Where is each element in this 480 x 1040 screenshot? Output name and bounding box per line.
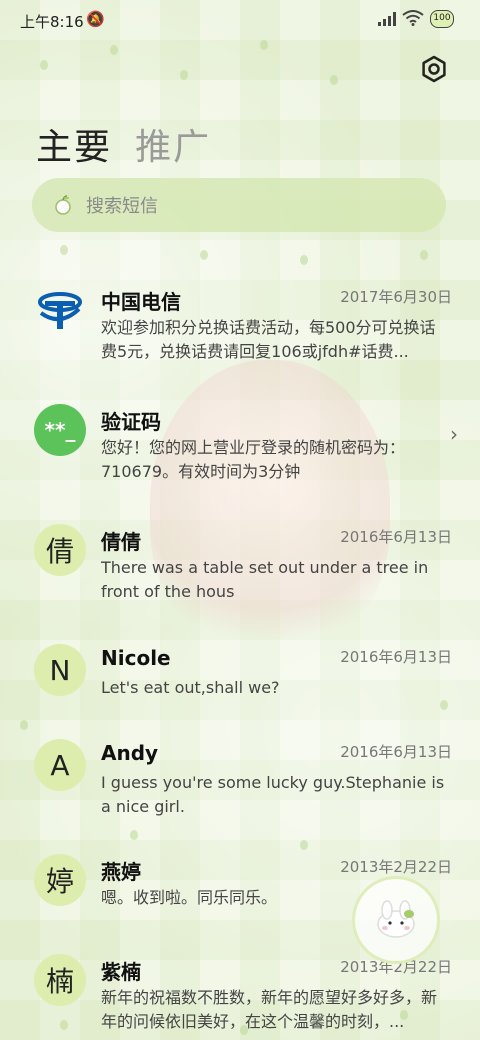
message-preview: 欢迎参加积分兑换话费活动，每500分可兑换话费5元，兑换话费请回复106或jfd… xyxy=(101,318,436,361)
compose-button[interactable] xyxy=(352,876,440,964)
contact-name: 燕婷 xyxy=(101,860,141,884)
avatar xyxy=(34,284,86,336)
contact-name: Andy xyxy=(101,741,159,765)
chevron-right-icon: › xyxy=(450,422,458,446)
contact-name: Nicole xyxy=(101,646,171,670)
message-date: 2016年6月13日 xyxy=(340,648,452,666)
search-bar[interactable]: 搜索短信 xyxy=(32,178,446,232)
contact-name: 中国电信 xyxy=(101,290,181,314)
status-bar: 上午8:16 🔕 100 xyxy=(0,0,480,40)
bunny-icon xyxy=(377,900,415,938)
settings-icon[interactable] xyxy=(420,55,448,83)
wifi-icon xyxy=(402,10,424,26)
tab-promotions[interactable]: 推广 xyxy=(135,118,211,170)
cellular-signal-icon xyxy=(378,12,396,26)
tab-primary[interactable]: 主要 xyxy=(36,118,112,170)
message-preview: 新年的祝福数不胜数，新年的愿望好多好多，新年的问候依旧美好，在这个温馨的时刻，.… xyxy=(101,988,438,1031)
list-item[interactable]: **_ 验证码 您好！您的网上营业厅登录的随机密码为：710679。有效时间为3… xyxy=(0,390,480,500)
message-preview: There was a table set out under a tree i… xyxy=(101,558,429,601)
list-item[interactable]: N Nicole 2016年6月13日 Let's eat out,shall … xyxy=(0,630,480,740)
message-date: 2016年6月13日 xyxy=(340,528,452,546)
contact-name: 倩倩 xyxy=(101,530,141,554)
avatar: N xyxy=(34,644,86,696)
message-preview: I guess you're some lucky guy.Stephanie … xyxy=(101,773,445,816)
message-date: 2013年2月22日 xyxy=(340,858,452,876)
avatar: **_ xyxy=(34,404,86,456)
message-preview: Let's eat out,shall we? xyxy=(101,678,280,697)
list-item[interactable]: A Andy 2016年6月13日 I guess you're some lu… xyxy=(0,725,480,835)
message-date: 2016年6月13日 xyxy=(340,743,452,761)
apple-icon xyxy=(55,195,71,215)
message-preview: 您好！您的网上营业厅登录的随机密码为：710679。有效时间为3分钟 xyxy=(101,438,406,481)
status-time: 上午8:16 xyxy=(20,13,84,31)
avatar: 婷 xyxy=(34,854,86,906)
contact-name: 验证码 xyxy=(101,410,161,434)
battery-indicator: 100 xyxy=(430,10,454,28)
message-tabs: 主要 推广 xyxy=(36,118,229,168)
avatar: A xyxy=(34,739,86,791)
list-item[interactable]: 中国电信 2017年6月30日 欢迎参加积分兑换话费活动，每500分可兑换话费5… xyxy=(0,270,480,380)
message-date: 2017年6月30日 xyxy=(340,288,452,306)
china-telecom-logo-icon xyxy=(38,292,82,329)
avatar: 楠 xyxy=(34,954,86,1006)
search-placeholder: 搜索短信 xyxy=(86,196,158,217)
notification-off-icon: 🔕 xyxy=(86,10,105,28)
avatar: 倩 xyxy=(34,524,86,576)
list-item[interactable]: 倩 倩倩 2016年6月13日 There was a table set ou… xyxy=(0,510,480,620)
contact-name: 紫楠 xyxy=(101,960,141,984)
